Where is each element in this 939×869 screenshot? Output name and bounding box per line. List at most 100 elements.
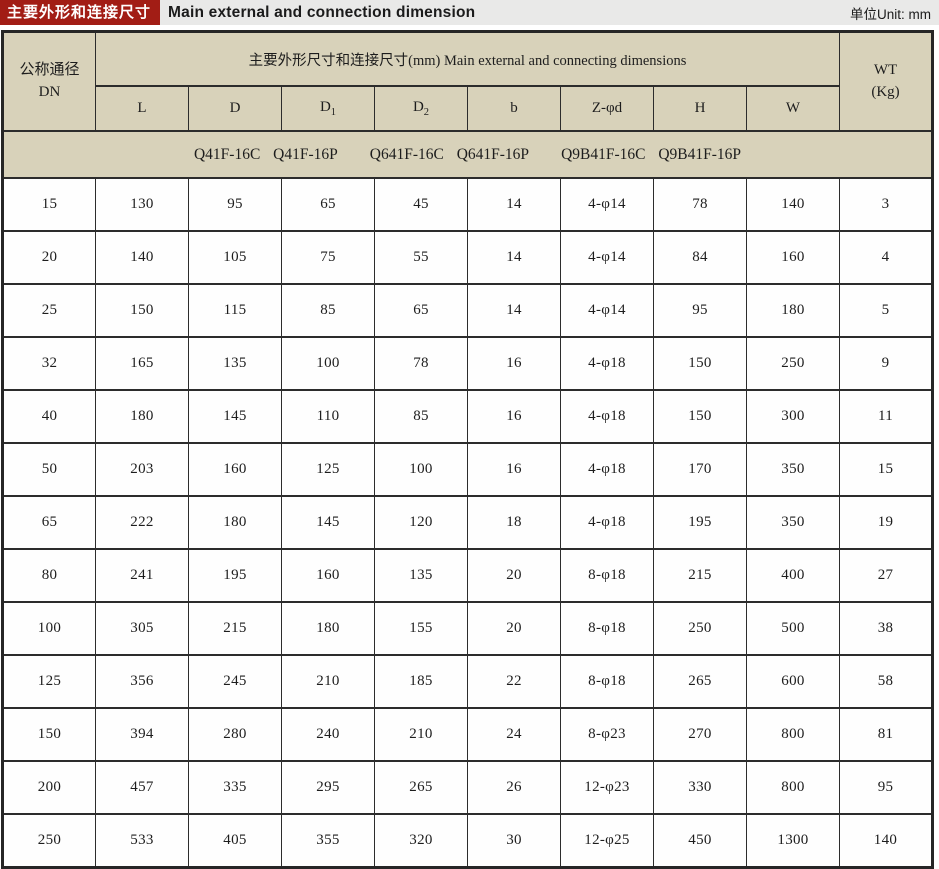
table-row: 2505334053553203012-φ254501300140	[3, 814, 933, 868]
table-cell: 320	[375, 814, 468, 868]
table-cell: 356	[96, 655, 189, 708]
table-cell: 5	[840, 284, 933, 337]
table-row: 100305215180155208-φ1825050038	[3, 602, 933, 655]
table-cell: 55	[375, 231, 468, 284]
table-cell: 150	[96, 284, 189, 337]
table-cell: 95	[840, 761, 933, 814]
table-row: 2004573352952652612-φ2333080095	[3, 761, 933, 814]
model-group: Q641F-16C Q641F-16P	[370, 146, 529, 163]
table-cell: 335	[189, 761, 282, 814]
table-row: 50203160125100164-φ1817035015	[3, 443, 933, 496]
table-cell: 145	[282, 496, 375, 549]
col-header-w: W	[747, 86, 840, 131]
table-cell: 394	[96, 708, 189, 761]
table-row: 125356245210185228-φ1826560058	[3, 655, 933, 708]
table-cell: 125	[282, 443, 375, 496]
model-group: Q41F-16C Q41F-16P	[194, 146, 338, 163]
cell-dn: 100	[3, 602, 96, 655]
table-cell: 280	[189, 708, 282, 761]
table-cell: 16	[468, 337, 561, 390]
table-row: 150394280240210248-φ2327080081	[3, 708, 933, 761]
col-header-d: D	[189, 86, 282, 131]
table-cell: 800	[747, 761, 840, 814]
table-cell: 195	[654, 496, 747, 549]
cell-dn: 15	[3, 178, 96, 231]
col-header-group: 主要外形尺寸和连接尺寸(mm) Main external and connec…	[96, 32, 840, 87]
table-cell: 120	[375, 496, 468, 549]
cell-dn: 250	[3, 814, 96, 868]
table-cell: 240	[282, 708, 375, 761]
cell-dn: 125	[3, 655, 96, 708]
table-cell: 4	[840, 231, 933, 284]
table-cell: 130	[96, 178, 189, 231]
table-cell: 100	[375, 443, 468, 496]
table-cell: 250	[654, 602, 747, 655]
table-cell: 27	[840, 549, 933, 602]
header-en-title: Main external and connection dimension	[168, 4, 475, 22]
table-cell: 800	[747, 708, 840, 761]
cell-dn: 80	[3, 549, 96, 602]
table-cell: 135	[375, 549, 468, 602]
table-cell: 115	[189, 284, 282, 337]
table-cell: 180	[747, 284, 840, 337]
table-cell: 265	[654, 655, 747, 708]
table-cell: 14	[468, 284, 561, 337]
page-header-bar: 主要外形和连接尺寸 Main external and connection d…	[0, 0, 939, 25]
table-cell: 12-φ25	[561, 814, 654, 868]
table-cell: 355	[282, 814, 375, 868]
col-header-wt: WT (Kg)	[840, 32, 933, 132]
table-cell: 155	[375, 602, 468, 655]
table-cell: 330	[654, 761, 747, 814]
table-cell: 350	[747, 496, 840, 549]
table-cell: 11	[840, 390, 933, 443]
table-cell: 4-φ18	[561, 337, 654, 390]
col-header-dn-cn: 公称通径	[4, 60, 95, 82]
table-row: 65222180145120184-φ1819535019	[3, 496, 933, 549]
table-cell: 16	[468, 443, 561, 496]
table-cell: 85	[375, 390, 468, 443]
table-cell: 19	[840, 496, 933, 549]
table-cell: 405	[189, 814, 282, 868]
table-cell: 81	[840, 708, 933, 761]
table-cell: 9	[840, 337, 933, 390]
table-cell: 4-φ14	[561, 284, 654, 337]
table-cell: 110	[282, 390, 375, 443]
table-cell: 140	[840, 814, 933, 868]
table-cell: 180	[189, 496, 282, 549]
table-cell: 165	[96, 337, 189, 390]
col-header-z-φd: Z-φd	[561, 86, 654, 131]
table-row: 15130956545144-φ14781403	[3, 178, 933, 231]
table-cell: 18	[468, 496, 561, 549]
model-group: Q9B41F-16C Q9B41F-16P	[561, 146, 741, 163]
table-cell: 95	[654, 284, 747, 337]
table-cell: 195	[189, 549, 282, 602]
model-row: Q41F-16C Q41F-16P Q641F-16C Q641F-16P Q9B4…	[3, 131, 933, 178]
table-cell: 170	[654, 443, 747, 496]
table-cell: 600	[747, 655, 840, 708]
table-cell: 105	[189, 231, 282, 284]
table-cell: 250	[747, 337, 840, 390]
table-cell: 65	[282, 178, 375, 231]
cell-dn: 150	[3, 708, 96, 761]
table-cell: 20	[468, 602, 561, 655]
table-cell: 30	[468, 814, 561, 868]
col-header-dn-code: DN	[4, 82, 95, 104]
table-cell: 305	[96, 602, 189, 655]
table-cell: 22	[468, 655, 561, 708]
table-cell: 160	[282, 549, 375, 602]
table-cell: 58	[840, 655, 933, 708]
table-cell: 203	[96, 443, 189, 496]
table-cell: 160	[747, 231, 840, 284]
table-cell: 145	[189, 390, 282, 443]
table-cell: 38	[840, 602, 933, 655]
table-cell: 210	[282, 655, 375, 708]
unit-label: 单位Unit: mm	[850, 3, 939, 23]
table-cell: 45	[375, 178, 468, 231]
table-cell: 150	[654, 390, 747, 443]
table-cell: 100	[282, 337, 375, 390]
table-cell: 8-φ23	[561, 708, 654, 761]
col-header-dn: 公称通径 DN	[3, 32, 96, 132]
table-cell: 4-φ18	[561, 443, 654, 496]
table-cell: 4-φ14	[561, 178, 654, 231]
table-cell: 135	[189, 337, 282, 390]
